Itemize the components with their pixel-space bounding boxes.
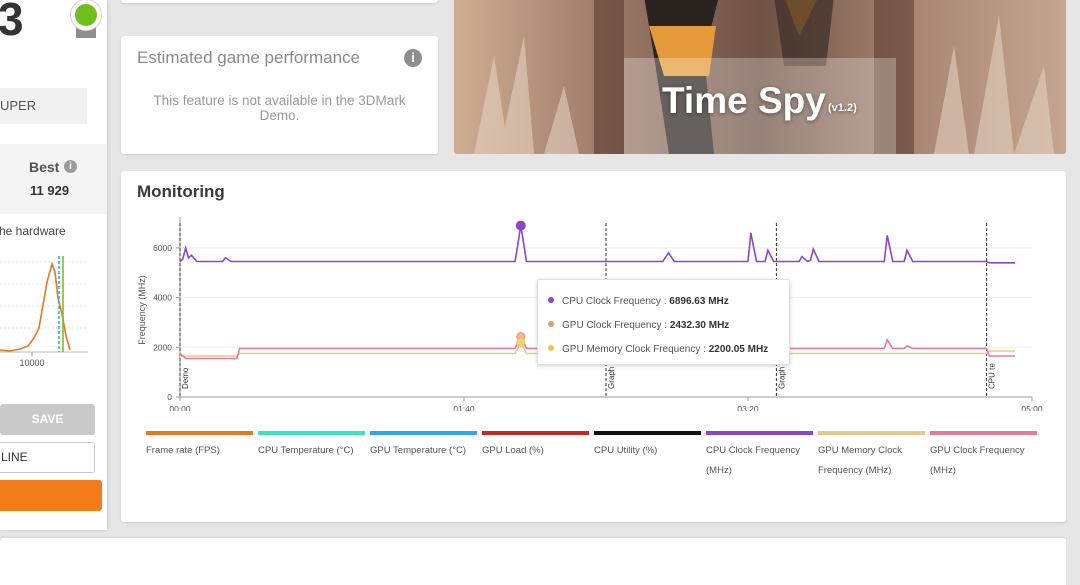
legend-item[interactable]: CPU Temperature (°C) (258, 431, 365, 461)
legend-item[interactable]: GPU Clock Frequency (MHz) (930, 431, 1037, 481)
legend-item[interactable]: GPU Load (%) (482, 431, 589, 461)
phase-marker-label: Graph (777, 367, 786, 389)
estimated-performance-card: Estimated game performance i This featur… (121, 36, 438, 154)
score-card (121, 0, 438, 3)
phase-marker-label: Graph (607, 367, 616, 389)
save-button[interactable]: SAVE (0, 404, 95, 435)
phase-marker-label: CPU te (988, 363, 997, 389)
tooltip-row: GPU Clock Frequency : 2432.30 MHz (548, 320, 729, 334)
series-dot-icon (548, 345, 554, 351)
hardware-comparison-text: he hardware (0, 224, 66, 238)
legend-label: GPU Temperature (°C) (370, 445, 467, 456)
best-label: Best (29, 159, 60, 175)
best-score-value: 11 929 (30, 183, 70, 198)
legend-color-swatch (258, 431, 365, 435)
hover-point (515, 220, 526, 231)
legend-label: GPU Memory Clock Frequency (MHz) (818, 445, 902, 476)
primary-action-button[interactable] (0, 480, 102, 511)
tooltip-value: 2432.30 MHz (669, 320, 730, 331)
mini-chart-tick: 10000 (19, 358, 44, 368)
y-tick-label: 4000 (153, 293, 172, 303)
y-tick-label: 2000 (153, 342, 172, 352)
y-tick-label: 6000 (153, 243, 172, 253)
hover-point (516, 337, 526, 347)
tooltip-label: GPU Memory Clock Frequency : (562, 344, 709, 355)
score-value: 3 (0, 0, 24, 45)
benchmark-banner: Time Spy (v1.2) (454, 0, 1066, 154)
legend-item[interactable]: CPU Clock Frequency (MHz) (706, 431, 813, 481)
tooltip-row: GPU Memory Clock Frequency : 2200.05 MHz (548, 344, 768, 358)
gpu-name: UPER (0, 88, 87, 124)
legend-item[interactable]: GPU Memory Clock Frequency (MHz) (818, 431, 925, 481)
legend-color-swatch (482, 431, 589, 435)
legend-label: CPU Utility (%) (594, 445, 658, 456)
status-indicator-icon (71, 0, 101, 30)
legend-color-swatch (706, 431, 813, 435)
tooltip-label: CPU Clock Frequency : (562, 296, 670, 307)
unavailable-message: This feature is not available in the 3DM… (153, 93, 406, 123)
best-score-row: Best i 11 929 (0, 144, 107, 214)
legend-label: CPU Clock Frequency (MHz) (706, 445, 800, 476)
series-dot-icon (548, 297, 554, 303)
x-tick-label: 03:20 (737, 404, 759, 411)
benchmark-version: (v1.2) (828, 102, 857, 114)
tooltip-label: GPU Clock Frequency : (562, 320, 670, 331)
mini-chart-axis: 10000 (19, 358, 44, 368)
details-card (0, 538, 1066, 585)
series-dot-icon (548, 321, 554, 327)
x-tick-label: 00:00 (169, 404, 191, 411)
info-icon[interactable]: i (64, 160, 77, 173)
legend-label: GPU Clock Frequency (MHz) (930, 445, 1025, 476)
x-tick-label: 01:40 (453, 404, 475, 411)
chart-legend: Frame rate (FPS) CPU Temperature (°C) GPU … (146, 431, 1042, 476)
legend-label: CPU Temperature (°C) (258, 445, 354, 456)
left-panel: 3 UPER Best i 11 929 he hardware 10000 S… (0, 0, 107, 530)
legend-label: GPU Load (%) (482, 445, 544, 456)
y-axis-label: Frequency (MHz) (137, 275, 147, 345)
tooltip-value: 2200.05 MHz (708, 344, 769, 355)
legend-color-swatch (370, 431, 477, 435)
legend-label: Frame rate (FPS) (146, 445, 220, 456)
benchmark-title: Time Spy (662, 80, 826, 121)
monitoring-card: Monitoring 0 2000 4000 6000 Frequency (MHz) 0… (121, 171, 1066, 522)
legend-color-swatch (594, 431, 701, 435)
view-online-button[interactable]: LINE (0, 442, 95, 473)
legend-color-swatch (930, 431, 1037, 435)
legend-item[interactable]: Frame rate (FPS) (146, 431, 253, 461)
info-icon[interactable]: i (404, 49, 422, 67)
card-title: Estimated game performance (137, 48, 360, 67)
chart-tooltip: CPU Clock Frequency : 6896.63 MHz GPU Clo… (537, 279, 790, 365)
legend-color-swatch (818, 431, 925, 435)
legend-item[interactable]: GPU Temperature (°C) (370, 431, 477, 461)
legend-color-swatch (146, 431, 253, 435)
x-tick-label: 05:00 (1021, 404, 1043, 411)
tooltip-value: 6896.63 MHz (669, 296, 729, 307)
tooltip-row: CPU Clock Frequency : 6896.63 MHz (548, 296, 729, 310)
legend-item[interactable]: CPU Utility (%) (594, 431, 701, 461)
phase-marker-label: Demo (181, 367, 190, 389)
series-line (179, 225, 1015, 264)
y-tick-label: 0 (167, 392, 172, 402)
